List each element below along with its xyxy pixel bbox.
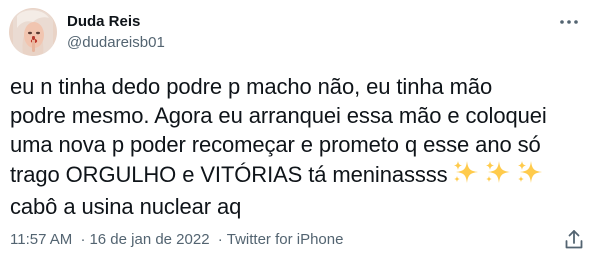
- tweet-date[interactable]: 16 de jan de 2022: [89, 231, 209, 248]
- author-display-name[interactable]: Duda Reis: [67, 12, 165, 32]
- tweet-text-line: cabô a usina nuclear aq: [10, 194, 242, 219]
- tweet-text-line: trago ORGULHO e VITÓRIAS tá meninassss: [10, 162, 448, 187]
- more-options-button[interactable]: [556, 12, 582, 32]
- tweet-time[interactable]: 11:57 AM: [10, 231, 72, 248]
- tweet-text: eu n tinha dedo podre p macho não, eu ti…: [10, 72, 595, 221]
- author-handle[interactable]: @dudareisb01: [67, 33, 165, 53]
- share-icon: [565, 230, 583, 249]
- sparkles-emoji-group: [452, 159, 548, 192]
- avatar[interactable]: [9, 8, 57, 56]
- tweet-text-line-with-emoji: trago ORGULHO e VITÓRIAS tá meninassss: [10, 159, 595, 192]
- more-options-icon: [560, 20, 578, 24]
- tweet-card: Duda Reis @dudareisb01 eu n tinha dedo p…: [0, 0, 602, 259]
- tweet-text-line: uma nova p poder recomeçar e prometo q e…: [10, 132, 541, 157]
- sparkles-icon: [484, 159, 512, 185]
- tweet-meta: 11:57 AM · 16 de jan de 2022 · Twitter for…: [10, 231, 343, 249]
- tweet-text-line: eu n tinha dedo podre p macho não, eu ti…: [10, 74, 493, 99]
- meta-separator: ·: [80, 231, 86, 248]
- tweet-source[interactable]: Twitter for iPhone: [227, 231, 344, 248]
- sparkles-icon: [516, 159, 544, 185]
- tweet-text-line: podre mesmo. Agora eu arranquei essa mão…: [10, 103, 547, 128]
- share-button[interactable]: [562, 228, 586, 252]
- meta-separator: ·: [217, 231, 223, 248]
- avatar-image: [9, 8, 57, 56]
- sparkles-icon: [452, 159, 480, 185]
- author-block: Duda Reis @dudareisb01: [67, 12, 165, 53]
